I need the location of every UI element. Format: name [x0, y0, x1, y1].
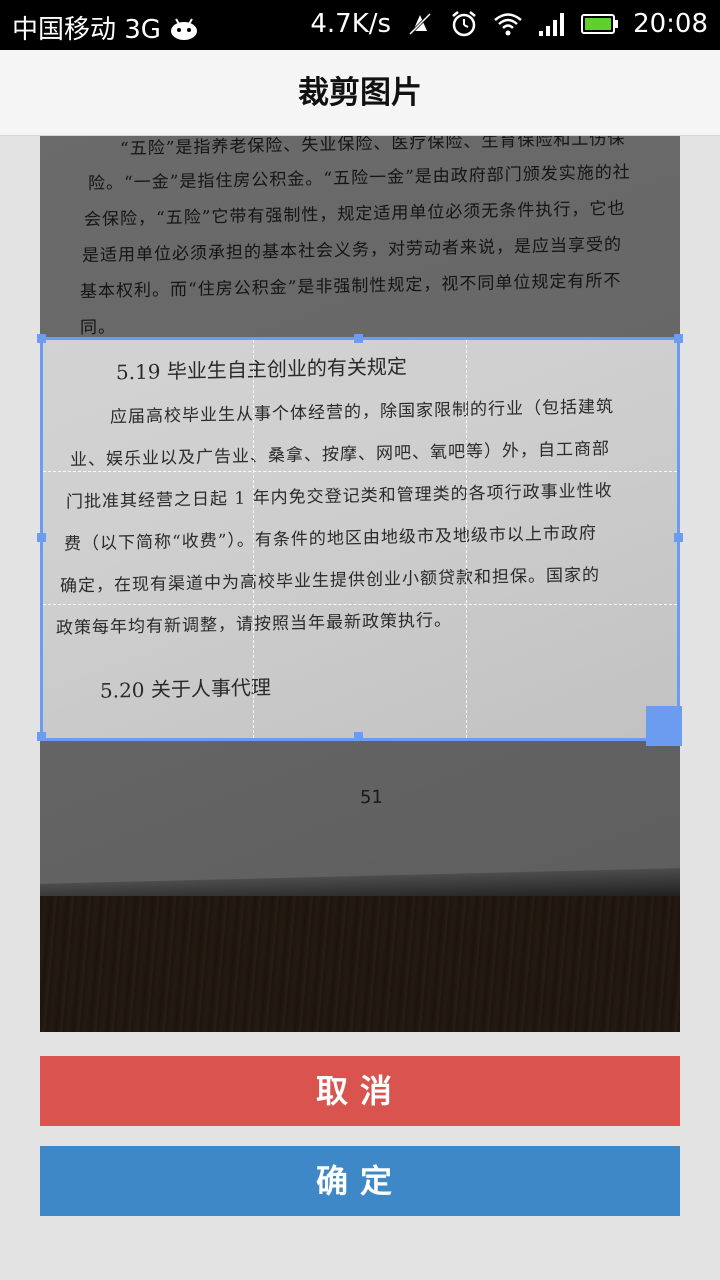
- wifi-icon: [494, 13, 522, 36]
- clock: 20:08: [633, 9, 708, 39]
- crop-frame[interactable]: [37, 334, 683, 741]
- crop-grid-line: [253, 340, 254, 738]
- no-notification-icon: [409, 12, 432, 36]
- crop-handle-bottom[interactable]: [354, 732, 363, 741]
- crop-grid-line: [43, 604, 677, 605]
- android-icon: [170, 17, 197, 40]
- crop-resize-handle[interactable]: [646, 706, 682, 746]
- crop-overlay-top: [40, 136, 680, 337]
- crop-handle-top-left[interactable]: [37, 334, 46, 343]
- title-bar: 裁剪图片: [0, 50, 720, 136]
- crop-overlay-bottom: [40, 741, 680, 1032]
- signal-icon: [539, 13, 565, 36]
- alarm-icon: [452, 11, 476, 37]
- carrier-label: 中国移动 3G: [12, 15, 161, 45]
- crop-handle-bottom-left[interactable]: [37, 732, 46, 741]
- crop-grid-line: [43, 471, 677, 472]
- status-bar: 中国移动 3G 4.7K/s 20:08: [0, 0, 720, 50]
- page-title: 裁剪图片: [298, 75, 422, 111]
- network-speed: 4.7K/s: [310, 9, 392, 39]
- crop-handle-right[interactable]: [674, 533, 683, 542]
- status-left: 中国移动 3G: [12, 9, 199, 46]
- crop-handle-top-right[interactable]: [674, 334, 683, 343]
- battery-icon: [581, 14, 619, 34]
- confirm-button[interactable]: 确定: [40, 1146, 680, 1216]
- crop-handle-left[interactable]: [37, 533, 46, 542]
- cancel-button[interactable]: 取消: [40, 1056, 680, 1126]
- crop-handle-top[interactable]: [354, 334, 363, 343]
- status-right: 4.7K/s 20:08: [310, 9, 708, 39]
- crop-grid-line: [466, 340, 467, 738]
